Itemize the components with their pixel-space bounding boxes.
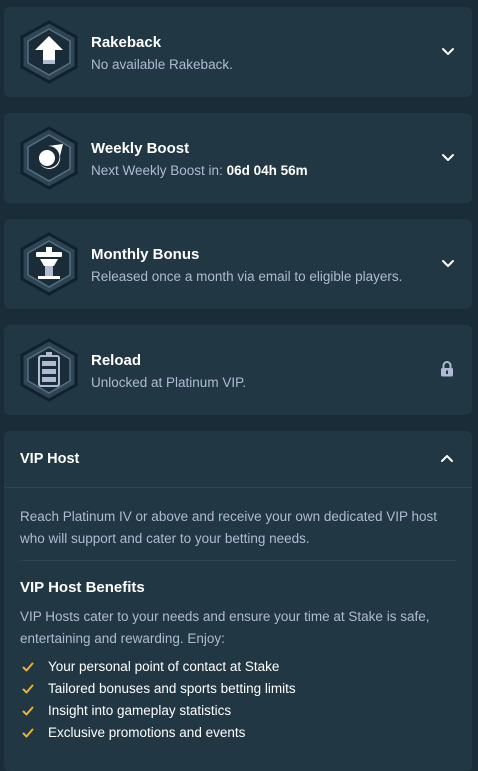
rakeback-badge-icon xyxy=(18,20,80,84)
vip-host-panel: VIP Host Reach Platinum IV or above and … xyxy=(4,431,472,771)
benefit-text: Insight into gameplay statistics xyxy=(48,703,232,718)
weekly-boost-badge-icon xyxy=(18,126,80,190)
reward-subtitle: Released once a month via email to eligi… xyxy=(91,269,403,284)
list-item: Tailored bonuses and sports betting limi… xyxy=(20,678,296,700)
reward-title: Weekly Boost xyxy=(91,140,190,157)
chevron-down-icon[interactable] xyxy=(440,255,456,271)
reward-subtitle: Unlocked at Platinum VIP. xyxy=(91,375,247,390)
reward-title: Reload xyxy=(91,352,142,369)
reload-badge-icon xyxy=(18,338,80,402)
weekly-boost-card[interactable]: Weekly Boost Next Weekly Boost in: 06d 0… xyxy=(4,113,472,203)
benefits-title: VIP Host Benefits xyxy=(20,579,145,596)
benefit-text: Exclusive promotions and events xyxy=(48,725,246,740)
reward-title: Monthly Bonus xyxy=(91,246,200,263)
list-item: Insight into gameplay statistics xyxy=(20,700,296,722)
vip-host-title: VIP Host xyxy=(20,451,80,467)
check-icon xyxy=(22,683,34,695)
chevron-up-icon[interactable] xyxy=(439,451,455,467)
list-item: Exclusive promotions and events xyxy=(20,722,296,744)
monthly-bonus-badge-icon xyxy=(18,232,80,296)
reward-title: Rakeback xyxy=(91,34,162,51)
benefit-text: Tailored bonuses and sports betting limi… xyxy=(48,681,296,696)
chevron-down-icon[interactable] xyxy=(440,149,456,165)
check-icon xyxy=(22,727,34,739)
vip-host-description: Reach Platinum IV or above and receive y… xyxy=(20,509,437,546)
reload-card[interactable]: Reload Unlocked at Platinum VIP. xyxy=(4,325,472,415)
monthly-bonus-card[interactable]: Monthly Bonus Released once a month via … xyxy=(4,219,472,309)
vip-host-header[interactable]: VIP Host xyxy=(4,431,472,488)
benefits-list: Your personal point of contact at Stake … xyxy=(20,656,296,744)
chevron-down-icon[interactable] xyxy=(440,43,456,59)
benefit-text: Your personal point of contact at Stake xyxy=(48,659,280,674)
divider xyxy=(20,560,456,561)
check-icon xyxy=(22,705,34,717)
reward-subtitle: Next Weekly Boost in: 06d 04h 56m xyxy=(91,163,308,178)
rakeback-card[interactable]: Rakeback No available Rakeback. xyxy=(4,7,472,97)
reward-subtitle: No available Rakeback. xyxy=(91,57,233,72)
countdown-value: 06d 04h 56m xyxy=(226,163,308,178)
check-icon xyxy=(22,661,34,673)
benefits-description: VIP Hosts cater to your needs and ensure… xyxy=(20,609,430,646)
countdown-label: Next Weekly Boost in: xyxy=(91,163,227,178)
list-item: Your personal point of contact at Stake xyxy=(20,656,296,678)
lock-icon xyxy=(440,361,454,377)
